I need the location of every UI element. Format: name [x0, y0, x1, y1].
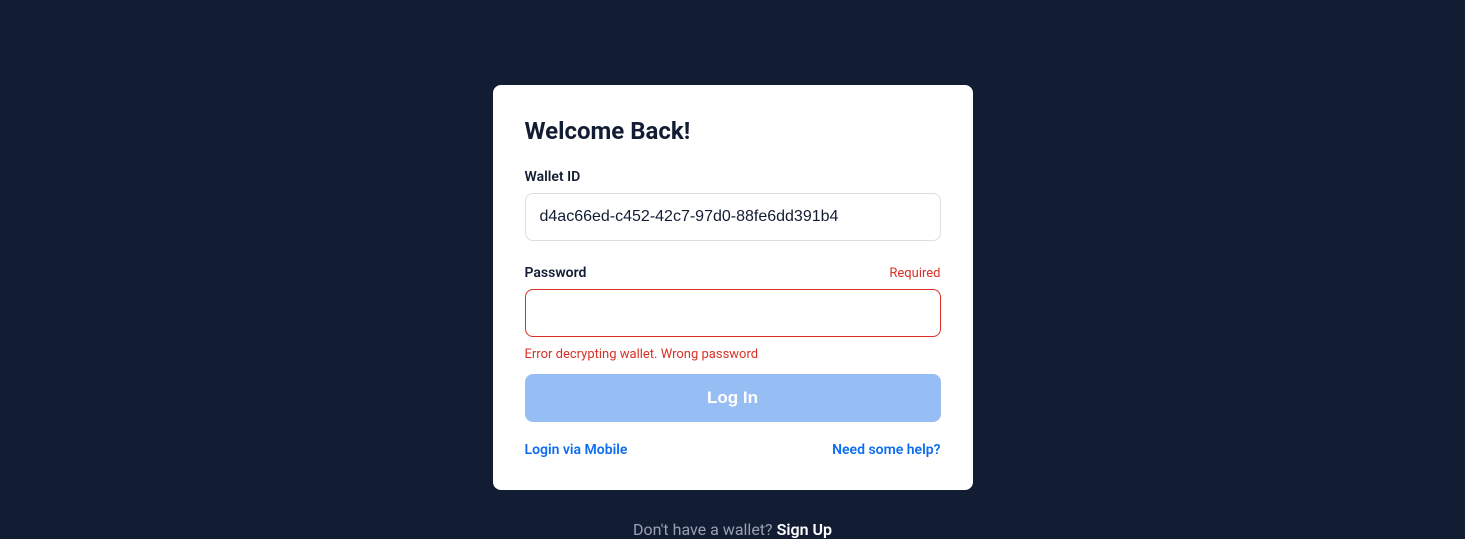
- login-card: Welcome Back! Wallet ID Password Require…: [493, 85, 973, 490]
- password-required-text: Required: [889, 266, 940, 281]
- password-group: Password Required Error decrypting walle…: [525, 265, 941, 362]
- wallet-id-label-row: Wallet ID: [525, 169, 941, 185]
- password-label-row: Password Required: [525, 265, 941, 281]
- need-help-link[interactable]: Need some help?: [832, 442, 940, 458]
- login-button[interactable]: Log In: [525, 374, 941, 422]
- footer-text: Don't have a wallet?: [633, 520, 777, 539]
- password-label: Password: [525, 265, 587, 281]
- wallet-id-input[interactable]: [525, 193, 941, 241]
- wallet-id-label: Wallet ID: [525, 169, 581, 185]
- login-via-mobile-link[interactable]: Login via Mobile: [525, 442, 628, 458]
- password-error-message: Error decrypting wallet. Wrong password: [525, 347, 941, 362]
- links-row: Login via Mobile Need some help?: [525, 442, 941, 458]
- signup-link[interactable]: Sign Up: [777, 520, 832, 539]
- password-input[interactable]: [525, 289, 941, 337]
- footer: Don't have a wallet? Sign Up: [633, 520, 832, 539]
- card-heading: Welcome Back!: [525, 117, 941, 145]
- wallet-id-group: Wallet ID: [525, 169, 941, 241]
